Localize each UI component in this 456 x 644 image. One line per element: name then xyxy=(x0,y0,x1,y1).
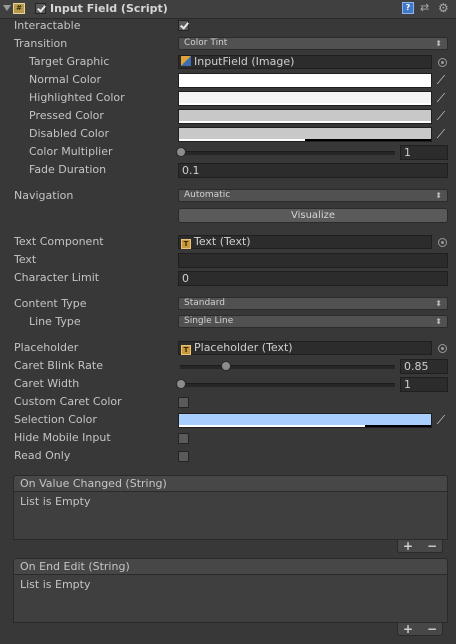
normal-color-swatch[interactable] xyxy=(178,73,432,88)
pressed-color-swatch[interactable] xyxy=(178,109,432,124)
gear-icon[interactable]: ⚙ xyxy=(438,2,450,14)
highlighted-color-swatch[interactable] xyxy=(178,91,432,106)
dropdown-arrow-icon: ⬍ xyxy=(435,317,442,326)
on-value-changed-header: On Value Changed (String) xyxy=(13,475,448,492)
color-multiplier-slider-thumb[interactable] xyxy=(176,147,186,157)
caret-blink-rate-input[interactable]: 0.85 xyxy=(400,359,448,374)
disabled-color-label: Disabled Color xyxy=(29,127,110,140)
hide-mobile-input-label: Hide Mobile Input xyxy=(14,431,111,444)
target-graphic-value: InputField (Image) xyxy=(194,55,295,68)
caret-width-slider-thumb[interactable] xyxy=(176,379,186,389)
line-type-label: Line Type xyxy=(29,315,81,328)
pressed-color-label: Pressed Color xyxy=(29,109,104,122)
eyedropper-icon[interactable]: ⟋ xyxy=(434,127,448,142)
content-type-dropdown[interactable]: Standard ⬍ xyxy=(178,297,448,310)
foldout-arrow-icon[interactable] xyxy=(3,5,11,11)
component-title: Input Field (Script) xyxy=(50,2,168,15)
placeholder-field[interactable]: T Placeholder (Text) xyxy=(178,341,432,355)
text-component-field[interactable]: T Text (Text) xyxy=(178,235,432,249)
color-multiplier-slider-track[interactable] xyxy=(180,151,395,155)
line-type-value: Single Line xyxy=(184,316,234,326)
read-only-label: Read Only xyxy=(14,449,71,462)
on-end-edit-header: On End Edit (String) xyxy=(13,558,448,575)
navigation-label: Navigation xyxy=(14,189,74,202)
preset-icon[interactable]: ⇄ xyxy=(420,2,432,14)
caret-width-slider-track[interactable] xyxy=(180,383,395,387)
navigation-dropdown[interactable]: Automatic ⬍ xyxy=(178,189,448,202)
navigation-value: Automatic xyxy=(184,190,231,200)
visualize-button[interactable]: Visualize xyxy=(178,208,448,223)
dropdown-arrow-icon: ⬍ xyxy=(435,39,442,48)
image-icon xyxy=(181,56,191,66)
remove-listener-button[interactable]: − xyxy=(425,540,439,552)
content-type-label: Content Type xyxy=(14,297,87,310)
eyedropper-icon[interactable]: ⟋ xyxy=(434,413,448,428)
object-picker-icon[interactable] xyxy=(438,344,447,353)
selection-color-label: Selection Color xyxy=(14,413,97,426)
placeholder-value: Placeholder (Text) xyxy=(194,341,293,354)
add-listener-button[interactable]: + xyxy=(401,623,415,635)
on-end-edit-empty-text: List is Empty xyxy=(20,578,91,591)
text-label: Text xyxy=(14,253,37,266)
hide-mobile-input-checkbox[interactable] xyxy=(178,433,189,444)
caret-blink-rate-label: Caret Blink Rate xyxy=(14,359,103,372)
on-value-changed-empty-text: List is Empty xyxy=(20,495,91,508)
selection-color-swatch[interactable] xyxy=(178,413,432,428)
disabled-color-swatch[interactable] xyxy=(178,127,432,142)
caret-blink-rate-slider-thumb[interactable] xyxy=(221,361,231,371)
character-limit-input[interactable]: 0 xyxy=(178,271,448,286)
object-picker-icon[interactable] xyxy=(438,238,447,247)
text-input[interactable] xyxy=(178,253,448,268)
transition-value: Color Tint xyxy=(184,38,228,48)
text-icon: T xyxy=(181,345,191,355)
transition-label: Transition xyxy=(14,37,68,50)
text-icon: T xyxy=(181,239,191,249)
character-limit-label: Character Limit xyxy=(14,271,100,284)
line-type-dropdown[interactable]: Single Line ⬍ xyxy=(178,315,448,328)
custom-caret-color-label: Custom Caret Color xyxy=(14,395,122,408)
eyedropper-icon[interactable]: ⟋ xyxy=(434,91,448,106)
remove-listener-button[interactable]: − xyxy=(425,623,439,635)
caret-width-label: Caret Width xyxy=(14,377,80,390)
fade-duration-input[interactable]: 0.1 xyxy=(178,163,448,178)
interactable-checkbox[interactable] xyxy=(178,20,189,31)
help-icon[interactable]: ? xyxy=(402,2,414,14)
fade-duration-label: Fade Duration xyxy=(29,163,107,176)
placeholder-label: Placeholder xyxy=(14,341,79,354)
dropdown-arrow-icon: ⬍ xyxy=(435,191,442,200)
text-component-label: Text Component xyxy=(14,235,104,248)
object-picker-icon[interactable] xyxy=(438,58,447,67)
caret-width-input[interactable]: 1 xyxy=(400,377,448,392)
add-listener-button[interactable]: + xyxy=(401,540,415,552)
interactable-label: Interactable xyxy=(14,19,81,32)
read-only-checkbox[interactable] xyxy=(178,451,189,462)
eyedropper-icon[interactable]: ⟋ xyxy=(434,73,448,88)
target-graphic-field[interactable]: InputField (Image) xyxy=(178,55,432,69)
color-multiplier-label: Color Multiplier xyxy=(29,145,113,158)
color-multiplier-input[interactable]: 1 xyxy=(400,145,448,160)
eyedropper-icon[interactable]: ⟋ xyxy=(434,109,448,124)
content-type-value: Standard xyxy=(184,298,225,308)
highlighted-color-label: Highlighted Color xyxy=(29,91,125,104)
target-graphic-label: Target Graphic xyxy=(29,55,110,68)
normal-color-label: Normal Color xyxy=(29,73,102,86)
caret-blink-rate-slider-track[interactable] xyxy=(180,365,395,369)
custom-caret-color-checkbox[interactable] xyxy=(178,397,189,408)
script-icon: # xyxy=(13,3,25,14)
component-enabled-checkbox[interactable] xyxy=(35,3,46,14)
transition-dropdown[interactable]: Color Tint ⬍ xyxy=(178,37,448,50)
text-component-value: Text (Text) xyxy=(194,235,251,248)
dropdown-arrow-icon: ⬍ xyxy=(435,299,442,308)
